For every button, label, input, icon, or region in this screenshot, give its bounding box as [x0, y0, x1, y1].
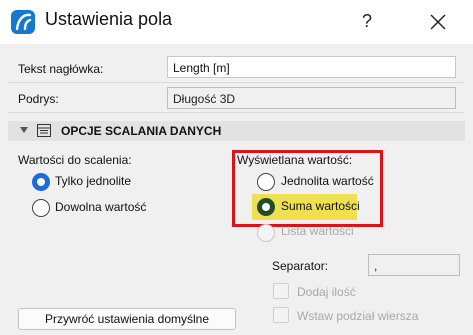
radio-uniform-value[interactable]	[257, 173, 275, 191]
add-quantity-label[interactable]: Dodaj ilość	[297, 285, 356, 299]
insert-line-break-checkbox[interactable]	[273, 307, 289, 323]
dialog-title: Ustawienia pola	[45, 9, 173, 29]
radio-sum-values-label[interactable]: Suma wartości	[281, 199, 360, 213]
radio-list-values[interactable]	[257, 224, 275, 242]
separator-label: Separator:	[272, 259, 329, 273]
add-quantity-checkbox[interactable]	[273, 283, 289, 299]
radio-any-value[interactable]	[32, 199, 50, 217]
separator-input[interactable]: ,	[368, 254, 460, 276]
insert-line-break-label[interactable]: Wstaw podział wiersza	[297, 309, 418, 323]
merge-values-label: Wartości do scalenia:	[18, 153, 132, 167]
divider	[8, 82, 465, 83]
archicad-logo-icon	[11, 10, 35, 34]
radio-uniform-value-label[interactable]: Jednolita wartość	[281, 174, 374, 188]
radio-sum-values[interactable]	[257, 198, 275, 216]
chevron-down-icon[interactable]	[20, 127, 28, 133]
header-text-input[interactable]: Length [m]	[167, 56, 456, 78]
divider	[8, 112, 465, 113]
caption-label: Podrys:	[18, 92, 59, 106]
help-button[interactable]: ?	[355, 8, 379, 34]
caption-input[interactable]: Długość 3D	[167, 87, 456, 109]
radio-only-uniform-label[interactable]: Tylko jednolite	[55, 174, 131, 188]
radio-only-uniform[interactable]	[32, 173, 50, 191]
section-title: OPCJE SCALANIA DANYCH	[61, 124, 222, 138]
section-merge-options[interactable]: OPCJE SCALANIA DANYCH	[8, 121, 465, 141]
header-text-label: Tekst nagłówka:	[18, 62, 104, 76]
annotation-box	[232, 150, 383, 227]
reset-defaults-button[interactable]: Przywróć ustawienia domyślne	[18, 308, 236, 330]
table-icon	[37, 124, 51, 137]
radio-any-value-label[interactable]: Dowolna wartość	[55, 200, 146, 214]
radio-list-values-label[interactable]: Lista wartości	[281, 224, 354, 238]
close-icon[interactable]	[423, 8, 453, 36]
title-bar: Ustawienia pola ?	[0, 0, 473, 44]
